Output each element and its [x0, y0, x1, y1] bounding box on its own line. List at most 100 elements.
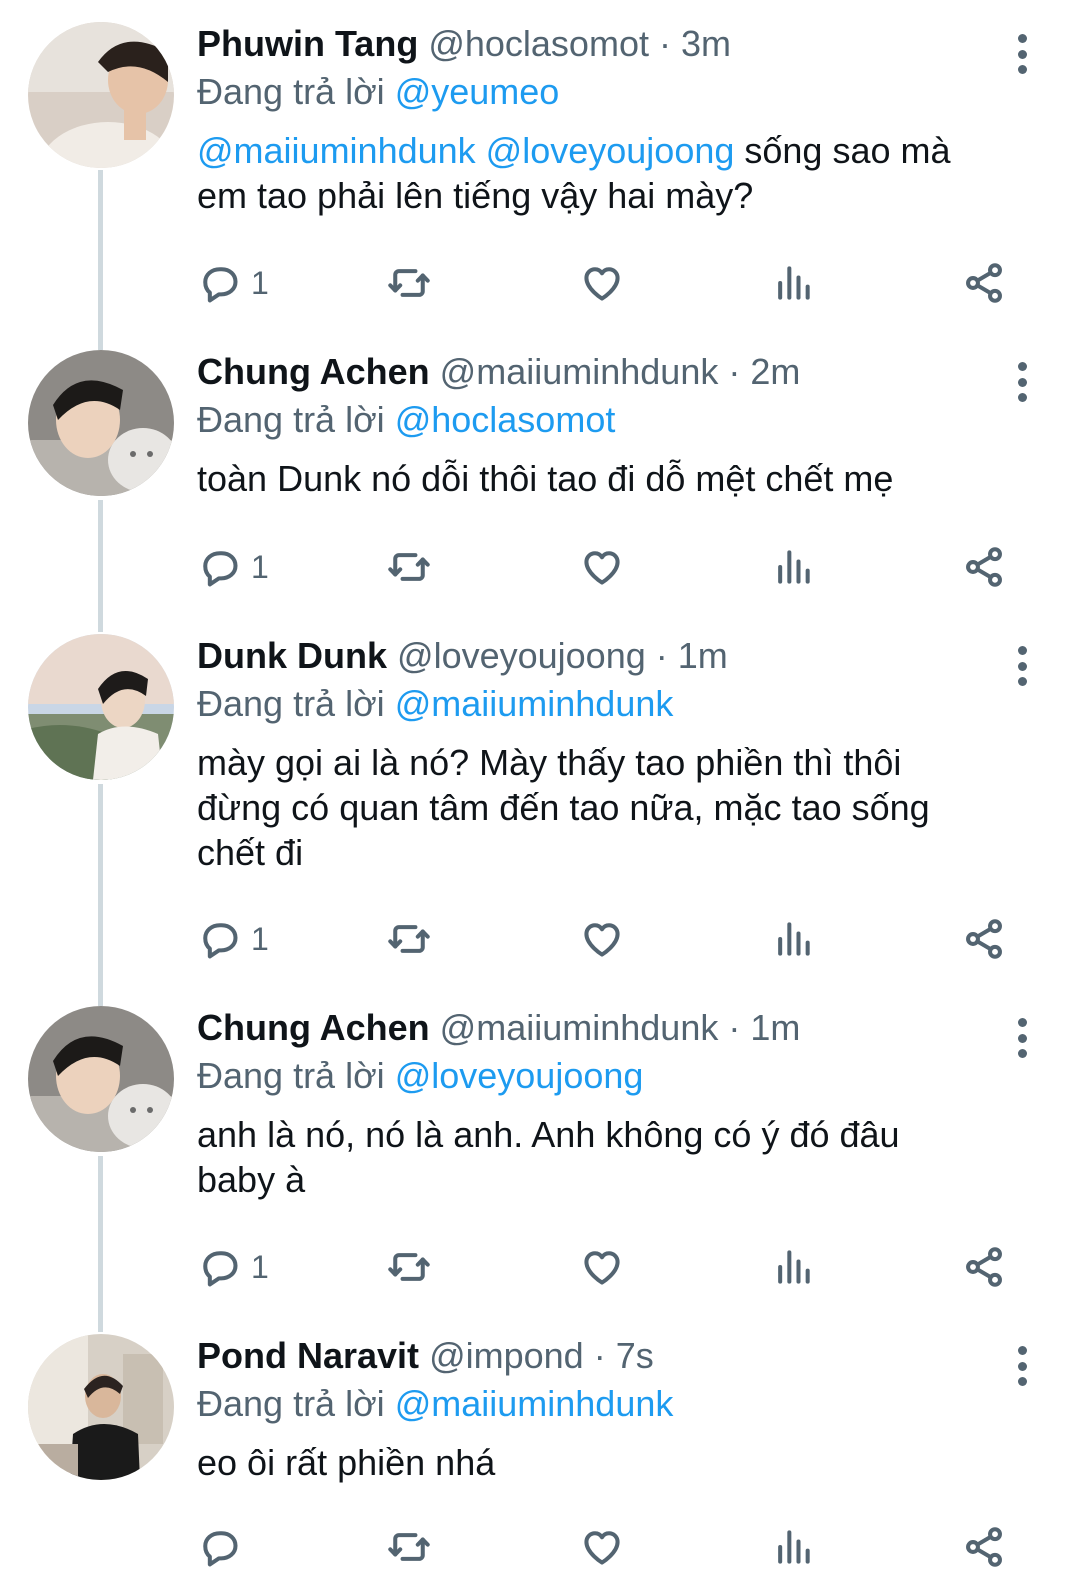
reply-thread: Phuwin Tang @hoclasomot · 3m Đang trả lờ…	[0, 0, 1080, 1574]
views-icon	[771, 1525, 815, 1569]
mention-link[interactable]: @maiiuminhdunk	[395, 1383, 674, 1424]
replying-to: Đang trả lời @yeumeo	[197, 70, 1020, 114]
tweet-text-part: anh là nó, nó là anh. Anh không có ý đó …	[197, 1114, 900, 1155]
tweet-content: Chung Achen @maiiuminhdunk · 1m Đang trả…	[197, 1006, 1020, 1202]
tweet-content: Pond Naravit @impond · 7s Đang trả lời @…	[197, 1334, 1020, 1485]
views-button[interactable]	[771, 260, 815, 306]
timestamp[interactable]: · 7s	[594, 1335, 654, 1376]
reply-button[interactable]: 1	[197, 260, 269, 306]
replying-to-label: Đang trả lời	[197, 71, 385, 112]
mention-link[interactable]: @maiiuminhdunk	[395, 683, 674, 724]
handle[interactable]: @hoclasomot	[428, 23, 649, 64]
thread-line	[98, 170, 103, 350]
tweet-text: eo ôi rất phiền nhá	[197, 1440, 1020, 1485]
reply-icon	[197, 545, 241, 589]
avatar[interactable]	[28, 1334, 174, 1480]
retweet-icon	[387, 261, 431, 305]
thread-line	[98, 1156, 103, 1332]
replying-to: Đang trả lời @hoclasomot	[197, 398, 1020, 442]
more-icon[interactable]	[1012, 34, 1032, 74]
views-button[interactable]	[771, 916, 815, 962]
tweet-text-part: baby à	[197, 1159, 306, 1200]
heart-icon	[580, 1525, 624, 1569]
retweet-icon	[387, 545, 431, 589]
replying-to-label: Đang trả lời	[197, 1055, 385, 1096]
display-name[interactable]: Dunk Dunk	[197, 635, 387, 676]
reply-button[interactable]: 1	[197, 544, 269, 590]
views-button[interactable]	[771, 1524, 815, 1570]
avatar[interactable]	[28, 350, 174, 496]
tweet-header: Chung Achen @maiiuminhdunk · 1m	[197, 1006, 1020, 1050]
timestamp[interactable]: · 1m	[728, 1007, 800, 1048]
tweet-text-part: eo ôi rất phiền nhá	[197, 1442, 496, 1483]
like-button[interactable]	[580, 916, 624, 962]
reply-button[interactable]: 1	[197, 1244, 269, 1290]
tweet-actions: 1	[197, 544, 1037, 590]
display-name[interactable]: Chung Achen	[197, 1007, 430, 1048]
share-button[interactable]	[962, 1524, 1006, 1570]
mention-link[interactable]: @yeumeo	[395, 71, 560, 112]
like-button[interactable]	[580, 1524, 624, 1570]
reply-count: 1	[251, 920, 269, 957]
replying-to: Đang trả lời @maiiuminhdunk	[197, 682, 1020, 726]
timestamp[interactable]: · 2m	[728, 351, 800, 392]
mention-link[interactable]: @maiiuminhdunk @loveyoujoong	[197, 130, 734, 171]
display-name[interactable]: Phuwin Tang	[197, 23, 418, 64]
heart-icon	[580, 545, 624, 589]
replying-to: Đang trả lời @loveyoujoong	[197, 1054, 1020, 1098]
like-button[interactable]	[580, 260, 624, 306]
share-button[interactable]	[962, 1244, 1006, 1290]
retweet-button[interactable]	[387, 1244, 431, 1290]
views-button[interactable]	[771, 544, 815, 590]
avatar[interactable]	[28, 634, 174, 780]
timestamp[interactable]: · 3m	[659, 23, 731, 64]
tweet-text-part: em tao phải lên tiếng vậy hai mày?	[197, 175, 754, 216]
retweet-button[interactable]	[387, 544, 431, 590]
retweet-button[interactable]	[387, 260, 431, 306]
handle[interactable]: @maiiuminhdunk	[440, 1007, 719, 1048]
views-icon	[771, 545, 815, 589]
display-name[interactable]: Pond Naravit	[197, 1335, 419, 1376]
share-button[interactable]	[962, 260, 1006, 306]
reply-count: 1	[251, 264, 269, 301]
mention-link[interactable]: @hoclasomot	[395, 399, 616, 440]
more-icon[interactable]	[1012, 362, 1032, 402]
tweet-actions: 1	[197, 916, 1037, 962]
avatar[interactable]	[28, 22, 174, 168]
like-button[interactable]	[580, 544, 624, 590]
tweet-text-part: toàn Dunk nó dỗi thôi tao đi dỗ mệt chết…	[197, 458, 894, 499]
retweet-button[interactable]	[387, 916, 431, 962]
tweet-text: anh là nó, nó là anh. Anh không có ý đó …	[197, 1112, 1020, 1202]
handle[interactable]: @impond	[429, 1335, 584, 1376]
more-icon[interactable]	[1012, 1346, 1032, 1386]
share-icon	[962, 545, 1006, 589]
mention-link[interactable]: @loveyoujoong	[395, 1055, 644, 1096]
tweet-text: @maiiuminhdunk @loveyoujoong sống sao mà…	[197, 128, 1020, 218]
tweet-actions: 1	[197, 260, 1037, 306]
timestamp[interactable]: · 1m	[656, 635, 728, 676]
handle[interactable]: @loveyoujoong	[397, 635, 646, 676]
avatar[interactable]	[28, 1006, 174, 1152]
tweet-text-part: mày gọi ai là nó? Mày thấy tao phiền thì…	[197, 742, 902, 783]
replying-to: Đang trả lời @maiiuminhdunk	[197, 1382, 1020, 1426]
like-button[interactable]	[580, 1244, 624, 1290]
share-button[interactable]	[962, 544, 1006, 590]
tweet-header: Phuwin Tang @hoclasomot · 3m	[197, 22, 1020, 66]
views-icon	[771, 1245, 815, 1289]
reply-icon	[197, 261, 241, 305]
reply-button[interactable]	[197, 1524, 251, 1570]
retweet-button[interactable]	[387, 1524, 431, 1570]
more-icon[interactable]	[1012, 646, 1032, 686]
reply-button[interactable]: 1	[197, 916, 269, 962]
replying-to-label: Đang trả lời	[197, 683, 385, 724]
more-icon[interactable]	[1012, 1018, 1032, 1058]
display-name[interactable]: Chung Achen	[197, 351, 430, 392]
handle[interactable]: @maiiuminhdunk	[440, 351, 719, 392]
share-icon	[962, 261, 1006, 305]
tweet-text: toàn Dunk nó dỗi thôi tao đi dỗ mệt chết…	[197, 456, 1020, 501]
tweet-text: mày gọi ai là nó? Mày thấy tao phiền thì…	[197, 740, 1020, 875]
tweet-text-part: chết đi	[197, 832, 304, 873]
share-button[interactable]	[962, 916, 1006, 962]
heart-icon	[580, 261, 624, 305]
views-button[interactable]	[771, 1244, 815, 1290]
